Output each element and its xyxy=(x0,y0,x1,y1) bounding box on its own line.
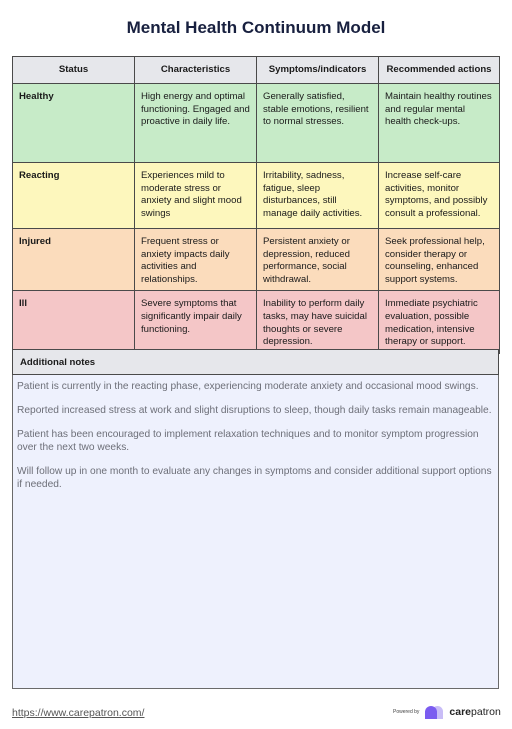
header-status: Status xyxy=(12,56,135,84)
brand-rest: patron xyxy=(471,706,501,718)
characteristics-cell: Frequent stress or anxiety impacts daily… xyxy=(134,227,257,292)
note-paragraph: Will follow up in one month to evaluate … xyxy=(17,466,492,490)
note-paragraph: Patient has been encouraged to implement… xyxy=(17,429,479,453)
powered-by-label: Powered by xyxy=(393,709,420,715)
symptoms-cell: Generally satisfied, stable emotions, re… xyxy=(256,83,379,163)
powered-by-badge[interactable]: Powered by carepatron xyxy=(393,705,501,719)
status-cell: Ill xyxy=(12,290,135,354)
table-row-reacting: Reacting Experiences mild to moderate st… xyxy=(12,162,500,229)
characteristics-cell: Experiences mild to moderate stress or a… xyxy=(134,162,257,229)
characteristics-cell: High energy and optimal functioning. Eng… xyxy=(134,83,257,163)
additional-notes-header: Additional notes xyxy=(12,349,499,375)
table-header-row: Status Characteristics Symptoms/indicato… xyxy=(12,56,500,84)
carepatron-logo-icon xyxy=(425,705,444,719)
note-paragraph: Patient is currently in the reacting pha… xyxy=(17,381,479,392)
additional-notes-field[interactable]: Patient is currently in the reacting pha… xyxy=(12,375,499,689)
symptoms-cell: Persistent anxiety or depression, reduce… xyxy=(256,227,379,292)
table-row-injured: Injured Frequent stress or anxiety impac… xyxy=(12,227,500,292)
continuum-table: Status Characteristics Symptoms/indicato… xyxy=(12,56,500,354)
page-title: Mental Health Continuum Model xyxy=(126,18,386,37)
note-paragraph: Reported increased stress at work and sl… xyxy=(17,405,492,416)
characteristics-cell: Severe symptoms that significantly impai… xyxy=(134,290,257,354)
actions-cell: Seek professional help, consider therapy… xyxy=(378,227,500,292)
table-row-ill: Ill Severe symptoms that significantly i… xyxy=(12,290,500,354)
actions-cell: Maintain healthy routines and regular me… xyxy=(378,83,500,163)
status-cell: Healthy xyxy=(12,83,135,163)
brand-name: carepatron xyxy=(449,706,500,718)
status-cell: Injured xyxy=(12,227,135,292)
actions-cell: Increase self-care activities, monitor s… xyxy=(378,162,500,229)
header-symptoms: Symptoms/indicators xyxy=(256,56,379,84)
table-row-healthy: Healthy High energy and optimal function… xyxy=(12,83,500,163)
header-characteristics: Characteristics xyxy=(134,56,257,84)
symptoms-cell: Inability to perform daily tasks, may ha… xyxy=(256,290,379,354)
actions-cell: Immediate psychiatric evaluation, possib… xyxy=(378,290,500,354)
status-cell: Reacting xyxy=(12,162,135,229)
carepatron-website-link[interactable]: https://www.carepatron.com/ xyxy=(12,707,144,719)
brand-bold: care xyxy=(449,706,472,718)
symptoms-cell: Irritability, sadness, fatigue, sleep di… xyxy=(256,162,379,229)
header-actions: Recommended actions xyxy=(378,56,500,84)
